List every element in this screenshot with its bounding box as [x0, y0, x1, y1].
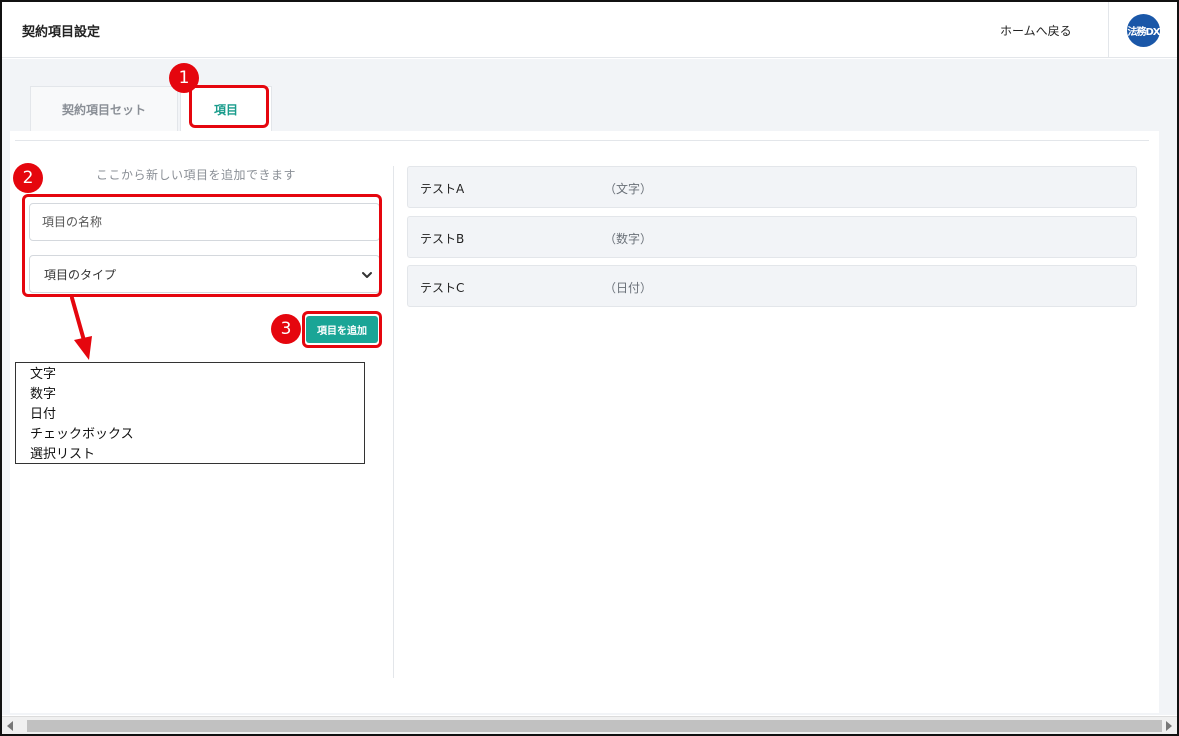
- page-title: 契約項目設定: [22, 25, 101, 40]
- add-item-hint: ここから新しい項目を追加できます: [96, 168, 297, 182]
- annotation-badge-1: 1: [169, 63, 199, 93]
- item-type: （日付）: [604, 281, 653, 295]
- type-option-date[interactable]: 日付: [30, 405, 364, 425]
- add-item-button[interactable]: 項目を追加: [306, 316, 378, 343]
- item-name-input[interactable]: [29, 203, 380, 241]
- horizontal-scrollbar[interactable]: [2, 716, 1177, 734]
- scroll-left-icon[interactable]: [7, 721, 13, 731]
- chevron-down-icon: [362, 272, 372, 278]
- annotation-badge-2: 2: [13, 163, 43, 193]
- scroll-right-icon[interactable]: [1166, 721, 1172, 731]
- type-option-select-list[interactable]: 選択リスト: [30, 445, 364, 465]
- type-option-number[interactable]: 数字: [30, 385, 364, 405]
- item-name: テストC: [420, 281, 465, 295]
- scrollbar-thumb[interactable]: [27, 720, 1162, 732]
- header-divider: [1108, 2, 1109, 58]
- type-option-text[interactable]: 文字: [30, 365, 364, 385]
- type-option-checkbox[interactable]: チェックボックス: [30, 425, 364, 445]
- panel-divider: [15, 140, 1149, 141]
- item-row[interactable]: テストB （数字）: [407, 216, 1137, 258]
- header: 契約項目設定 ホームへ戻る 法務DX: [2, 2, 1177, 58]
- item-type-select[interactable]: 項目のタイプ: [29, 255, 380, 293]
- arrow-down-icon: [70, 296, 92, 360]
- item-row[interactable]: テストC （日付）: [407, 265, 1137, 307]
- item-type: （数字）: [604, 232, 653, 246]
- item-type-selected: 項目のタイプ: [44, 267, 117, 282]
- logo-icon[interactable]: 法務DX: [1127, 14, 1161, 47]
- annotation-badge-3: 3: [271, 314, 301, 344]
- item-name: テストB: [420, 232, 465, 246]
- item-row[interactable]: テストA （文字）: [407, 166, 1137, 208]
- item-name: テストA: [420, 182, 465, 196]
- item-type-options-list: 文字 数字 日付 チェックボックス 選択リスト: [15, 362, 365, 464]
- item-type: （文字）: [604, 182, 653, 196]
- home-link[interactable]: ホームへ戻る: [1000, 22, 1072, 39]
- column-divider: [393, 166, 394, 678]
- tab-items[interactable]: 項目: [180, 86, 272, 132]
- tab-contract-item-set[interactable]: 契約項目セット: [30, 86, 178, 132]
